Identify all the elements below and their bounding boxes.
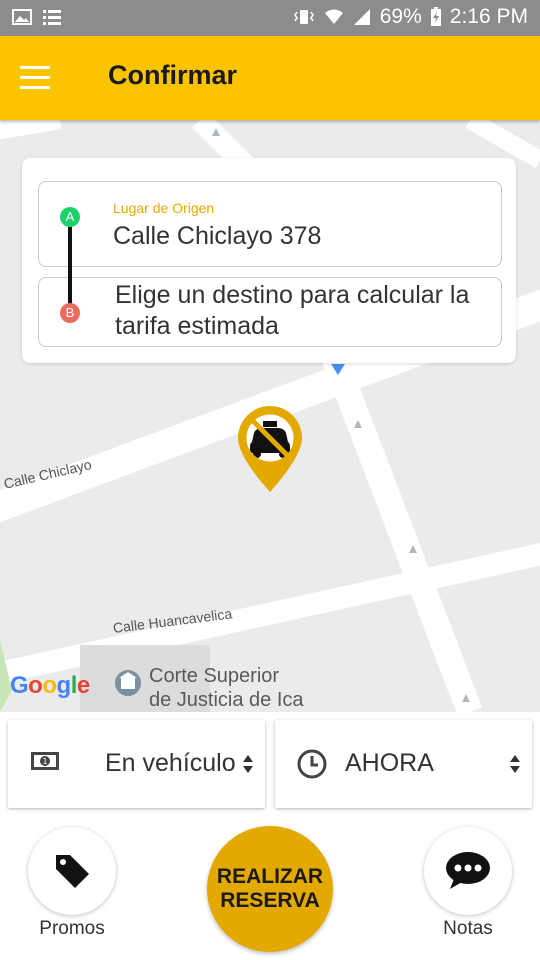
- tag-icon: [56, 855, 89, 888]
- reserve-label-line: REALIZAR: [216, 865, 324, 888]
- chat-bubble-icon: [446, 852, 490, 889]
- time-select[interactable]: AHORA: [275, 720, 532, 808]
- origin-label: Lugar de Origen: [113, 200, 215, 216]
- destination-marker-b: B: [60, 303, 80, 323]
- vibrate-icon: [293, 10, 314, 24]
- origin-marker-a: A: [60, 207, 80, 227]
- status-bar: 69% 2:16 PM: [0, 0, 540, 36]
- battery-percent: 69%: [379, 5, 422, 28]
- time-value: AHORA: [345, 749, 434, 777]
- origin-field[interactable]: Lugar de Origen Calle Chiclayo 378: [38, 181, 502, 267]
- payment-value: En vehículo: [105, 749, 236, 777]
- poi-label-line: Corte Superior: [149, 665, 280, 687]
- no-taxi-pin-icon[interactable]: [238, 406, 302, 492]
- svg-text:1: 1: [42, 757, 47, 766]
- image-icon: [12, 9, 32, 25]
- reserve-button[interactable]: REALIZAR RESERVA: [207, 826, 333, 952]
- promos-label: Promos: [39, 918, 105, 939]
- promos-button[interactable]: [28, 827, 116, 915]
- route-card: Lugar de Origen Calle Chiclayo 378 Elige…: [22, 158, 516, 363]
- destination-placeholder: Elige un destino para calcular la tarifa…: [115, 281, 470, 340]
- destination-field[interactable]: Elige un destino para calcular la tarifa…: [38, 277, 502, 347]
- chevron-updown-icon: [510, 755, 520, 773]
- page-title: Confirmar: [108, 60, 238, 90]
- poi-label-line: de Justicia de Ica: [149, 689, 304, 711]
- wifi-icon: [324, 9, 343, 24]
- google-attribution: Google: [10, 672, 90, 699]
- signal-icon: [353, 9, 370, 25]
- cash-icon: 1: [31, 752, 59, 770]
- reserve-label-line: RESERVA: [220, 889, 320, 912]
- chevron-updown-icon: [243, 755, 253, 773]
- clock-icon: [297, 749, 327, 779]
- clock-time: 2:16 PM: [449, 5, 528, 28]
- route-connector: [68, 224, 72, 308]
- bottom-actions: Promos REALIZAR RESERVA Notas: [0, 812, 540, 960]
- battery-charging-icon: [430, 7, 441, 26]
- hamburger-menu-icon[interactable]: [20, 66, 50, 90]
- options-row: 1 En vehículo AHORA: [0, 712, 540, 812]
- list-icon: [43, 10, 61, 25]
- origin-address: Calle Chiclayo 378: [113, 222, 322, 250]
- poi-label: Corte Superior de Justicia de Ica: [149, 664, 304, 712]
- payment-method-select[interactable]: 1 En vehículo: [8, 720, 265, 808]
- notes-label: Notas: [443, 918, 493, 939]
- app-bar: Confirmar: [0, 36, 540, 120]
- notes-button[interactable]: [424, 827, 512, 915]
